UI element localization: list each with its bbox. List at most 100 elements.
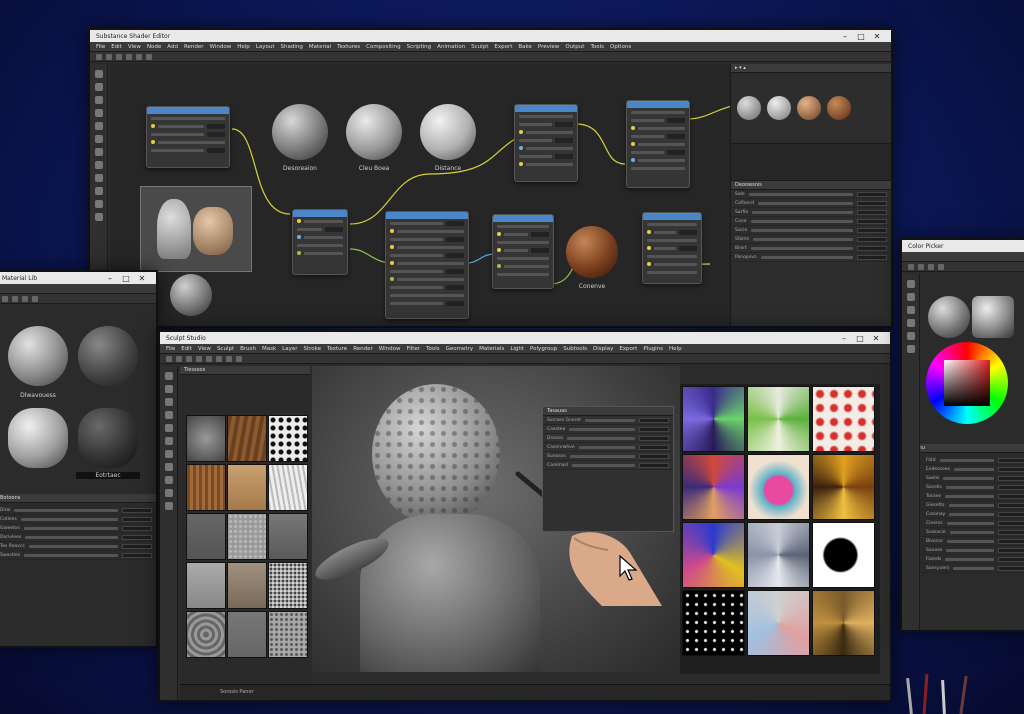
property-row[interactable]: Cotlees [0,515,156,524]
menu-item[interactable]: Layer [282,346,297,352]
menu-item[interactable]: Materials [479,346,504,352]
menu-item[interactable]: Help [237,44,250,50]
texture-tile[interactable] [186,562,226,609]
menu-item[interactable]: Layout [256,44,275,50]
color-square[interactable] [944,360,990,406]
property-field[interactable] [122,552,152,558]
pattern-tile[interactable] [682,522,745,588]
minimize-icon[interactable]: – [836,334,852,343]
pattern-tile[interactable] [747,522,810,588]
hand-icon[interactable] [94,187,103,195]
mask-icon[interactable] [164,398,173,406]
tool-icon[interactable] [116,53,122,60]
maximize-icon[interactable]: □ [852,334,868,343]
color-wheel[interactable] [926,342,1008,424]
menu-item[interactable]: Scripting [407,44,431,50]
property-row[interactable]: Panopsvn [731,253,891,262]
menu-item[interactable]: Edit [111,44,122,50]
property-row[interactable]: Coestea [543,425,673,434]
pattern-tile[interactable] [812,590,875,656]
crease-icon[interactable] [164,463,173,471]
menu-item[interactable]: Animation [437,44,465,50]
material-swatch[interactable] [928,296,970,338]
texture-tile[interactable] [268,513,308,560]
property-row[interactable]: Dreaco [543,434,673,443]
property-field[interactable] [122,534,152,540]
clay-icon[interactable] [164,424,173,432]
property-field[interactable] [998,493,1024,499]
property-row[interactable]: Caremasl [543,461,673,470]
property-field[interactable] [998,511,1024,517]
property-field[interactable] [122,516,152,522]
material-swatch[interactable] [972,296,1014,338]
property-row[interactable]: Fazeds [922,555,1024,564]
node-card[interactable] [626,100,690,188]
property-row[interactable]: Goleetxs [0,524,156,533]
zoom-icon[interactable] [164,502,173,510]
move-icon[interactable] [94,83,103,91]
property-row[interactable]: Swootles [0,551,156,560]
texture-tile[interactable] [268,611,308,658]
menu-item[interactable]: Material [309,44,331,50]
minimize-icon[interactable]: – [837,32,853,41]
property-field[interactable] [857,200,887,206]
scale-icon[interactable] [94,109,103,117]
menu-item[interactable]: Compositing [366,44,400,50]
property-row[interactable]: Sansyuers [922,564,1024,573]
menu-item[interactable]: File [166,346,175,352]
maximize-icon[interactable]: □ [853,32,869,41]
node-card[interactable] [492,214,554,289]
property-row[interactable]: Tex Reavcs [0,542,156,551]
maximize-icon[interactable]: □ [118,274,134,283]
property-row[interactable]: Fatd [922,456,1024,465]
property-row[interactable]: Socelis [922,483,1024,492]
node-card[interactable] [385,211,469,319]
tool-icon[interactable] [906,293,915,301]
smooth-icon[interactable] [164,385,173,393]
pattern-tile[interactable] [747,386,810,452]
menu-item[interactable]: File [96,44,105,50]
pattern-tile[interactable] [747,590,810,656]
property-row[interactable]: Glesetts [922,501,1024,510]
menu-item[interactable]: Display [593,346,613,352]
property-field[interactable] [998,475,1024,481]
pattern-tile[interactable] [682,386,745,452]
property-field[interactable] [998,502,1024,508]
menu-item[interactable]: Tools [426,346,440,352]
property-field[interactable] [998,520,1024,526]
menu-item[interactable]: Window [379,346,401,352]
material-swatch[interactable] [8,326,68,386]
menu-item[interactable]: Textures [337,44,360,50]
property-row[interactable]: Cosonay [922,510,1024,519]
texture-tile[interactable] [227,611,267,658]
property-row[interactable]: Cofionrd [731,199,891,208]
menu-item[interactable]: Polygroup [530,346,557,352]
texture-tile[interactable] [227,464,267,511]
property-field[interactable] [857,209,887,215]
menu-item[interactable]: Export [494,44,512,50]
texture-tile[interactable] [186,415,226,462]
menu-item[interactable]: Sculpt [471,44,488,50]
property-row[interactable]: Sauoes [922,546,1024,555]
texture-tile[interactable] [186,464,226,511]
texture-tile[interactable] [268,562,308,609]
property-field[interactable] [122,543,152,549]
rotate-icon[interactable] [94,96,103,104]
select-icon[interactable] [94,70,103,78]
node-card[interactable] [292,209,348,275]
knife-icon[interactable] [94,200,103,208]
eraser-icon[interactable] [94,135,103,143]
brush-icon[interactable] [164,372,173,380]
menu-item[interactable]: Output [565,44,584,50]
property-field[interactable] [857,254,887,260]
texture-tile[interactable] [227,415,267,462]
pattern-tile[interactable] [682,590,745,656]
material-swatch[interactable] [78,326,138,386]
property-field[interactable] [857,227,887,233]
brush-icon[interactable] [94,122,103,130]
tool-icon[interactable] [96,53,102,60]
menu-item[interactable]: View [128,44,141,50]
menu-item[interactable]: Options [610,44,631,50]
material-swatch[interactable] [78,408,138,468]
pattern-tile[interactable] [747,454,810,520]
